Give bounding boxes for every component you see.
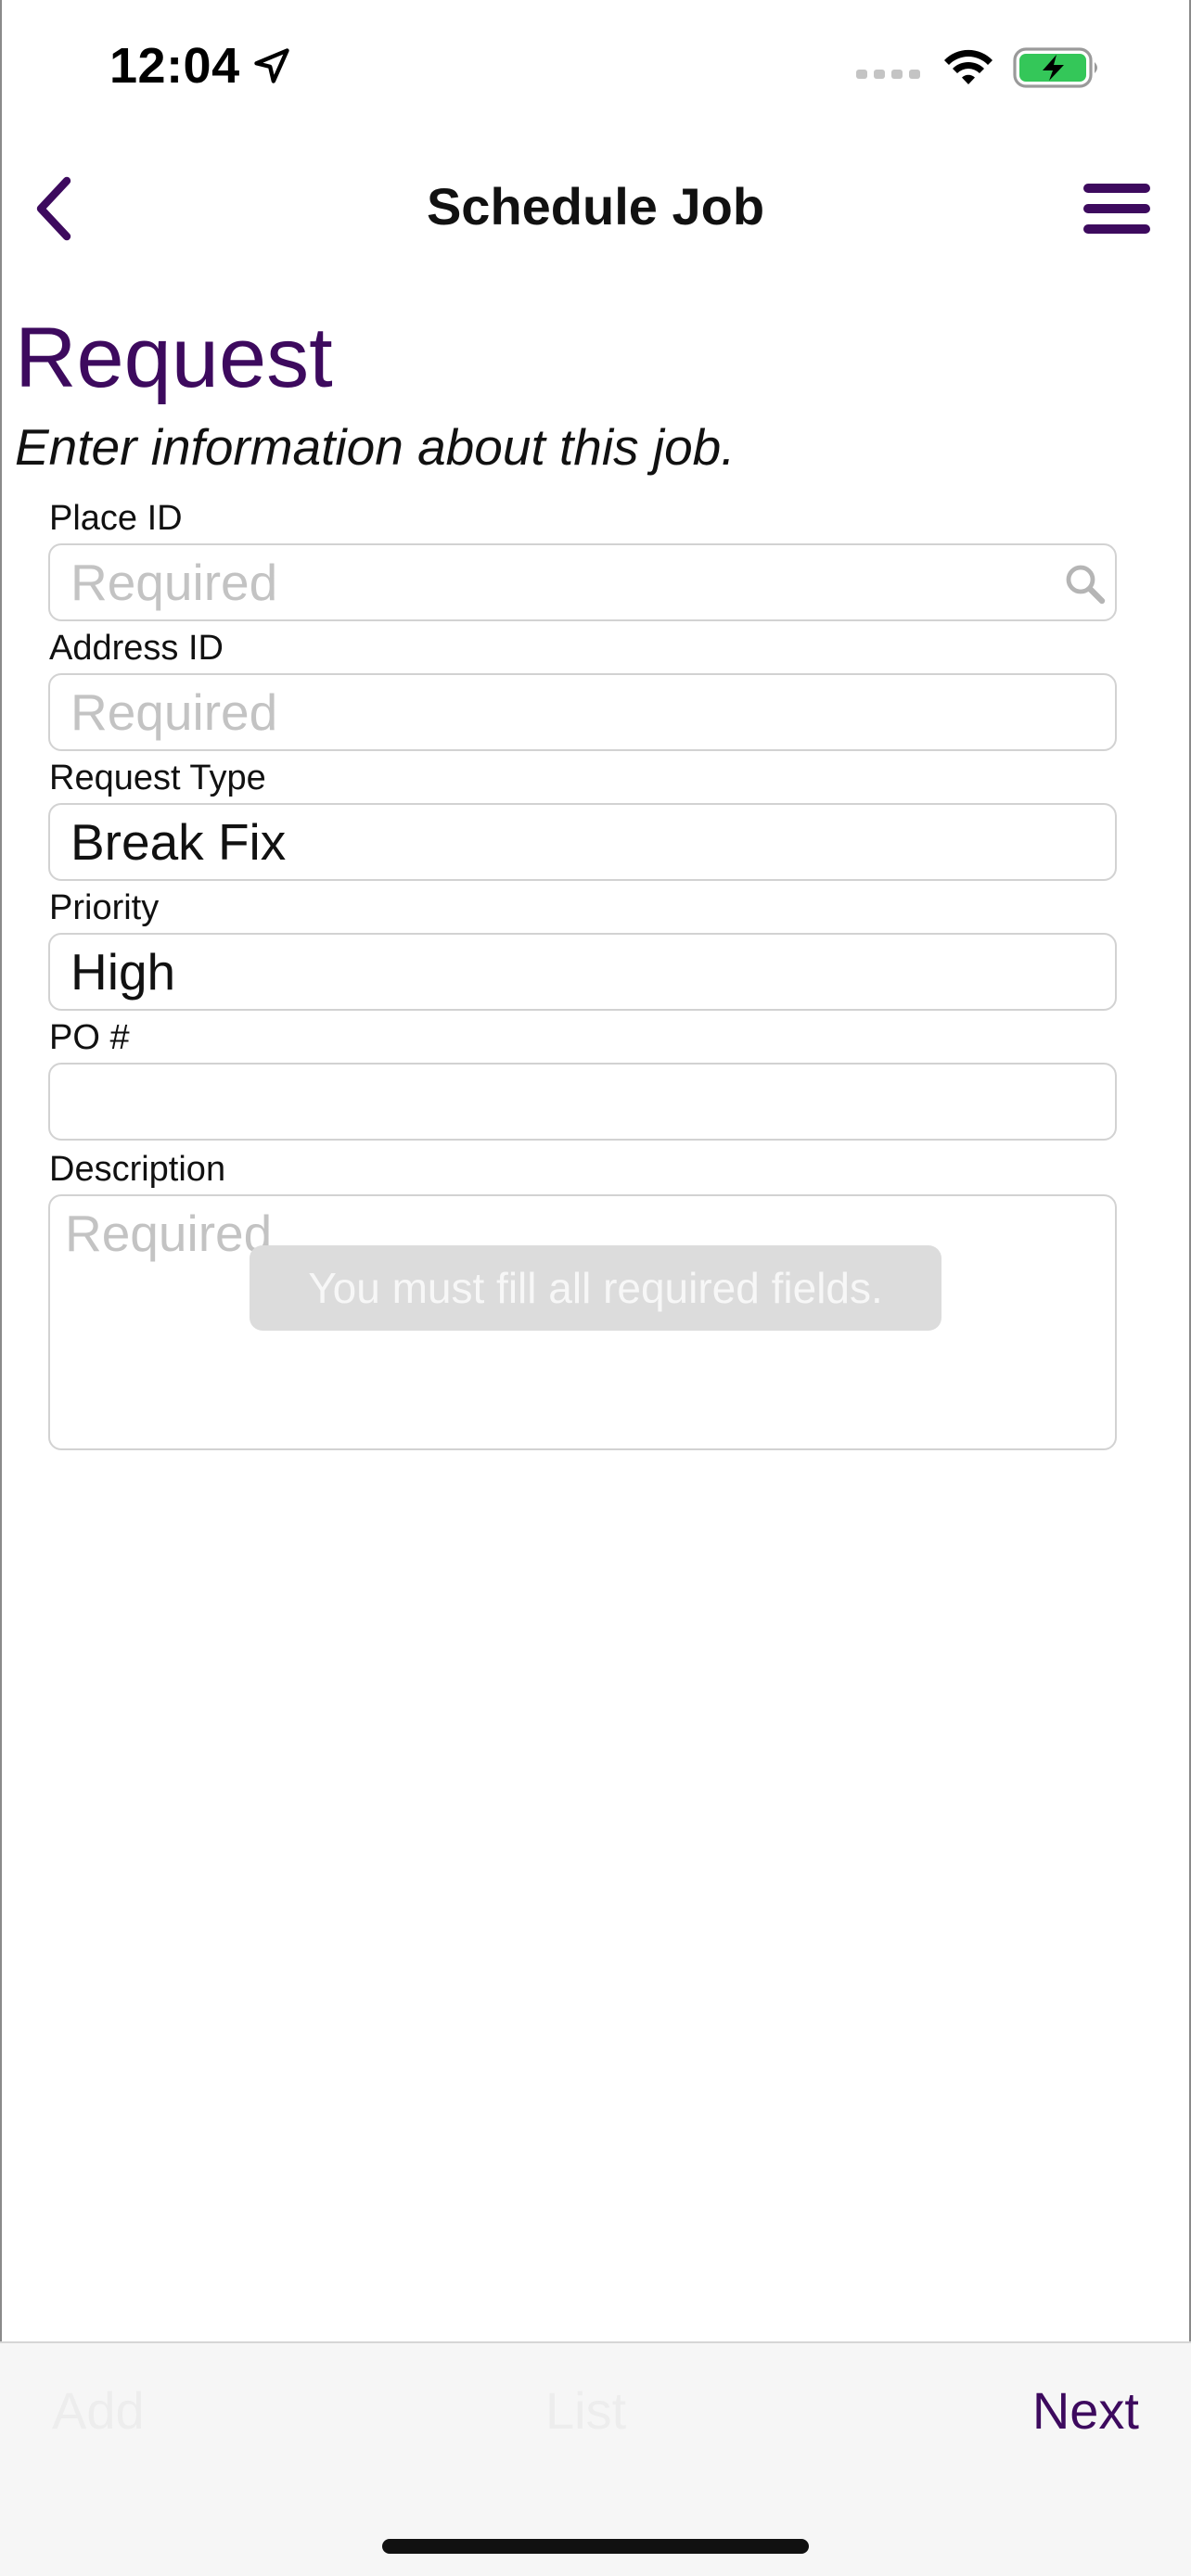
description-label: Description: [49, 1150, 226, 1189]
add-button[interactable]: Add: [52, 2380, 145, 2441]
battery-charging-icon: [1013, 47, 1097, 88]
page-title: Schedule Job: [426, 177, 765, 236]
address-id-input[interactable]: Required: [48, 673, 1117, 751]
section-subheading: Enter information about this job.: [15, 418, 736, 476]
request-type-value: Break Fix: [70, 813, 287, 871]
menu-button[interactable]: [1080, 178, 1154, 239]
location-arrow-icon: [253, 48, 289, 83]
status-time-group: 12:04: [109, 37, 292, 95]
po-number-label: PO #: [49, 1018, 130, 1057]
screen-edge-left: [0, 0, 2, 2576]
priority-label: Priority: [49, 888, 160, 927]
po-number-input[interactable]: [48, 1063, 1117, 1141]
place-id-label: Place ID: [49, 499, 183, 538]
status-bar: 12:04: [0, 0, 1191, 139]
address-id-placeholder: Required: [70, 683, 278, 741]
place-id-placeholder: Required: [70, 554, 278, 611]
navigation-bar: Schedule Job: [0, 139, 1191, 278]
validation-toast: You must fill all required fields.: [250, 1245, 941, 1331]
status-indicators: [856, 46, 1102, 89]
description-placeholder: Required: [65, 1205, 273, 1262]
hamburger-menu-icon: [1083, 184, 1150, 234]
priority-value: High: [70, 943, 176, 1001]
request-type-label: Request Type: [49, 759, 266, 797]
section-heading: Request: [15, 311, 333, 405]
next-button[interactable]: Next: [1032, 2380, 1139, 2441]
place-id-input[interactable]: Required: [48, 543, 1117, 621]
list-button[interactable]: List: [545, 2380, 626, 2441]
address-id-label: Address ID: [49, 629, 224, 668]
cellular-signal-icon: [856, 70, 920, 79]
priority-field[interactable]: High: [48, 933, 1117, 1011]
wifi-icon: [944, 49, 992, 84]
status-time: 12:04: [109, 38, 240, 94]
home-indicator[interactable]: [382, 2539, 809, 2554]
request-type-field[interactable]: Break Fix: [48, 803, 1117, 881]
search-icon[interactable]: [1063, 562, 1108, 606]
